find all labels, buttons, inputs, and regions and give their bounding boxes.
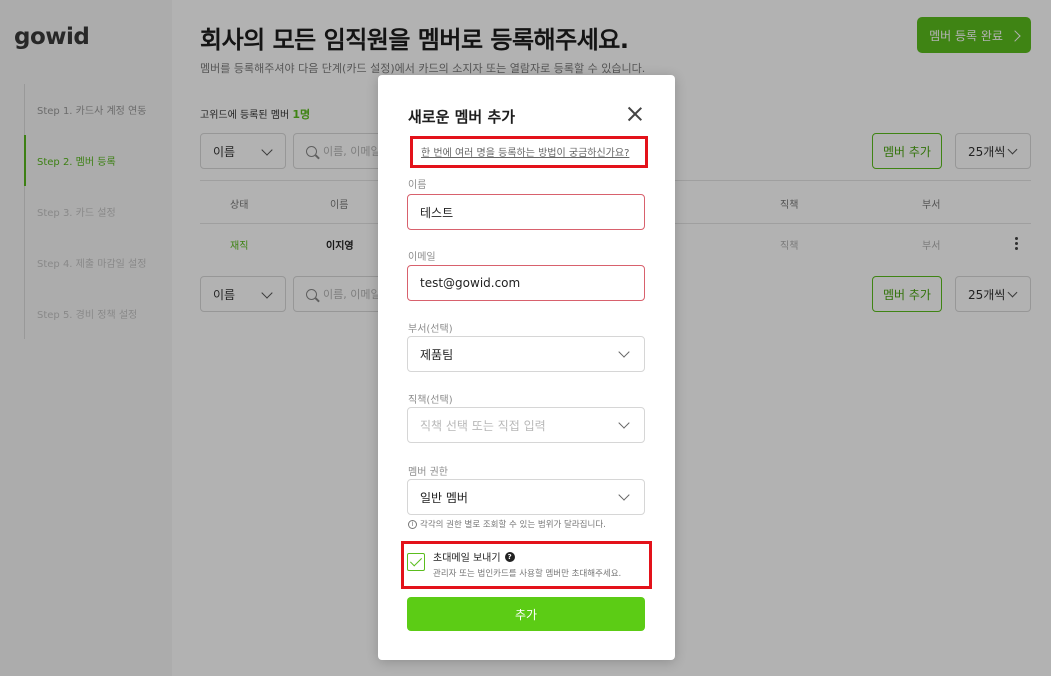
role-value: 일반 멤버 [420,490,468,505]
add-member-modal: 새로운 멤버 추가 한 번에 여러 명을 등록하는 방법이 궁금하신가요? 이름… [378,75,675,660]
chevron-down-icon [618,346,630,358]
position-label: 직책(선택) [408,395,453,406]
question-icon[interactable]: ? [504,551,515,562]
invite-checkbox[interactable] [407,553,425,571]
add-submit-button[interactable]: 추가 [407,597,645,631]
invite-description: 관리자 또는 법인카드를 사용할 멤버만 초대해주세요. [433,569,622,579]
email-value: test@gowid.com [420,276,521,290]
department-select[interactable]: 제품팀 [407,336,645,372]
close-icon[interactable] [627,106,643,122]
chevron-down-icon [618,489,630,501]
role-label: 멤버 권한 [408,467,448,478]
department-value: 제품팀 [420,347,454,362]
invite-title: 초대메일 보내기 ? [433,549,515,564]
invite-option: 초대메일 보내기 ? 관리자 또는 법인카드를 사용할 멤버만 초대해주세요. [407,546,649,588]
name-field[interactable]: 테스트 [407,194,645,230]
department-label: 부서(선택) [408,324,453,335]
role-select[interactable]: 일반 멤버 [407,479,645,515]
name-label: 이름 [408,180,427,191]
email-label: 이메일 [408,252,436,263]
chevron-down-icon [618,417,630,429]
invite-title-text[interactable]: 초대메일 보내기 [433,549,501,564]
modal-title: 새로운 멤버 추가 [408,108,516,126]
info-icon: i [408,519,417,529]
role-help-text: 각각의 권한 별로 조회할 수 있는 범위가 달라집니다. [420,520,606,530]
name-value: 테스트 [420,205,454,220]
position-select[interactable]: 직책 선택 또는 직접 입력 [407,407,645,443]
role-help: i 각각의 권한 별로 조회할 수 있는 범위가 달라집니다. [408,518,606,530]
email-field[interactable]: test@gowid.com [407,265,645,301]
position-placeholder: 직책 선택 또는 직접 입력 [420,418,546,433]
bulk-register-link[interactable]: 한 번에 여러 명을 등록하는 방법이 궁금하신가요? [421,144,629,159]
